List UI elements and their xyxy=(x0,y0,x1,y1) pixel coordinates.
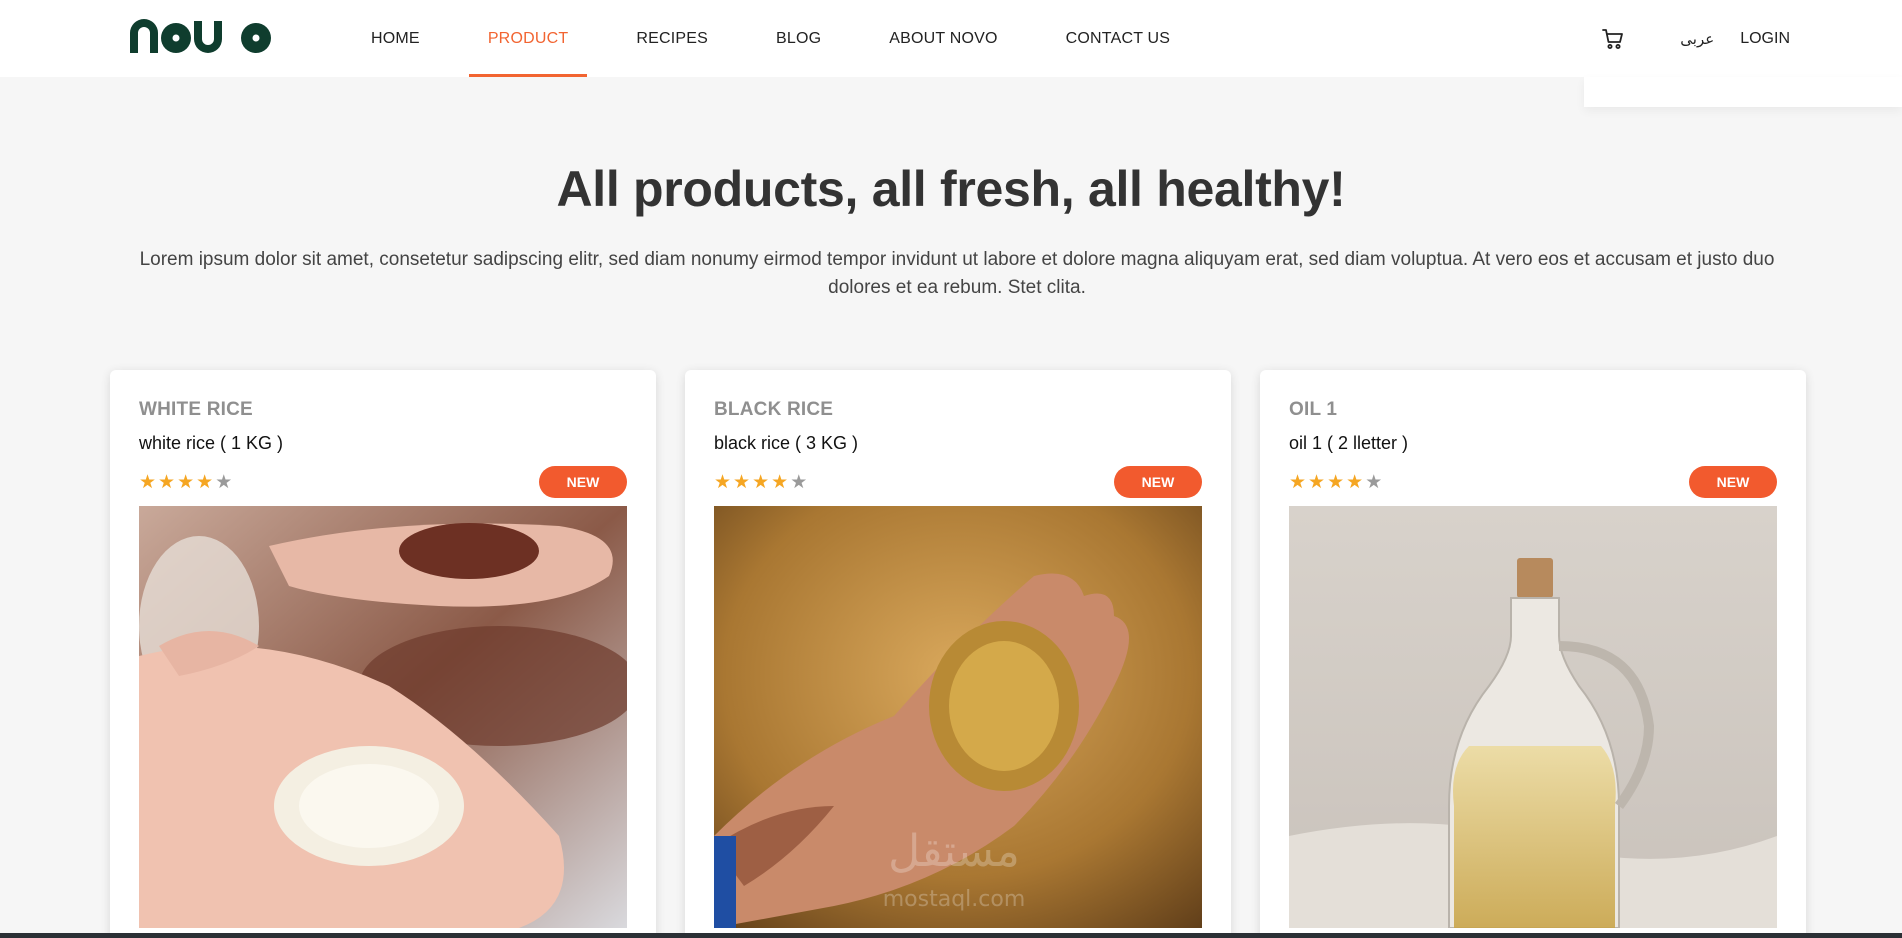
star-icon: ★ xyxy=(158,471,176,493)
product-image[interactable]: مستقل mostaql.com xyxy=(714,506,1202,928)
cart-icon[interactable] xyxy=(1600,26,1626,52)
star-icon: ★ xyxy=(714,471,732,493)
watermark-arabic: مستقل xyxy=(888,826,1020,877)
star-icon: ★ xyxy=(139,471,157,493)
star-icon: ★ xyxy=(177,471,195,493)
star-icon: ★ xyxy=(1327,471,1345,493)
product-category: WHITE RICE xyxy=(139,399,253,420)
page-description: Lorem ipsum dolor sit amet, consetetur s… xyxy=(139,249,1775,298)
rating-stars: ★ ★ ★ ★ ★ xyxy=(1289,473,1384,492)
product-category: OIL 1 xyxy=(1289,399,1338,420)
main-nav: HOME PRODUCT RECIPES BLOG ABOUT NOVO CON… xyxy=(352,0,1219,77)
star-icon: ★ xyxy=(733,471,751,493)
new-badge[interactable]: NEW xyxy=(1689,466,1777,498)
product-name[interactable]: oil 1 ( 2 lletter ) xyxy=(1289,433,1777,454)
new-badge[interactable]: NEW xyxy=(539,466,627,498)
novo-logo[interactable] xyxy=(128,17,276,55)
header-dropdown-panel xyxy=(1584,77,1902,107)
star-icon: ★ xyxy=(196,471,214,493)
new-badge[interactable]: NEW xyxy=(1114,466,1202,498)
language-switch[interactable]: عربى xyxy=(1680,30,1714,48)
star-icon: ★ xyxy=(771,471,789,493)
product-category: BLACK RICE xyxy=(714,399,834,420)
nav-product-label: PRODUCT xyxy=(487,29,569,47)
star-empty-icon: ★ xyxy=(790,471,808,493)
nav-contact-label: CONTACT US xyxy=(1065,29,1171,47)
product-card[interactable]: WHITE RICE white rice ( 1 KG ) ★ ★ ★ ★ ★ NEW xyxy=(110,370,656,938)
product-name[interactable]: white rice ( 1 KG ) xyxy=(139,433,627,454)
nav-recipes-label: RECIPES xyxy=(636,29,708,47)
product-card[interactable]: OIL 1 oil 1 ( 2 lletter ) ★ ★ ★ ★ ★ NEW xyxy=(1260,370,1806,938)
nav-recipes[interactable]: RECIPES xyxy=(617,0,727,77)
star-icon: ★ xyxy=(1346,471,1364,493)
star-icon: ★ xyxy=(1289,471,1307,493)
rating-stars: ★ ★ ★ ★ ★ xyxy=(139,473,234,492)
nav-about[interactable]: ABOUT NOVO xyxy=(870,0,1016,77)
product-image[interactable] xyxy=(139,506,627,928)
site-header: HOME PRODUCT RECIPES BLOG ABOUT NOVO CON… xyxy=(0,0,1902,107)
nav-blog-label: BLOG xyxy=(775,29,822,47)
nav-product[interactable]: PRODUCT xyxy=(468,0,588,77)
watermark-latin: mostaql.com xyxy=(883,887,1026,912)
star-empty-icon: ★ xyxy=(1365,471,1383,493)
nav-home[interactable]: HOME xyxy=(352,0,439,77)
nav-home-label: HOME xyxy=(371,29,420,47)
nav-blog[interactable]: BLOG xyxy=(757,0,840,77)
login-link[interactable]: LOGIN xyxy=(1740,30,1790,48)
star-icon: ★ xyxy=(752,471,770,493)
logo-mark xyxy=(130,19,271,53)
rating-stars: ★ ★ ★ ★ ★ xyxy=(714,473,809,492)
page-title: All products, all fresh, all healthy! xyxy=(556,161,1346,217)
nav-about-label: ABOUT NOVO xyxy=(889,29,998,47)
product-image[interactable] xyxy=(1289,506,1777,928)
nav-contact[interactable]: CONTACT US xyxy=(1047,0,1190,77)
header-actions: عربى LOGIN xyxy=(1600,0,1790,77)
star-icon: ★ xyxy=(1308,471,1326,493)
product-name[interactable]: black rice ( 3 KG ) xyxy=(714,433,1202,454)
bottom-scroll-bar xyxy=(0,933,1902,938)
product-card[interactable]: BLACK RICE black rice ( 3 KG ) ★ ★ ★ ★ ★ NEW… xyxy=(685,370,1231,938)
star-empty-icon: ★ xyxy=(215,471,233,493)
